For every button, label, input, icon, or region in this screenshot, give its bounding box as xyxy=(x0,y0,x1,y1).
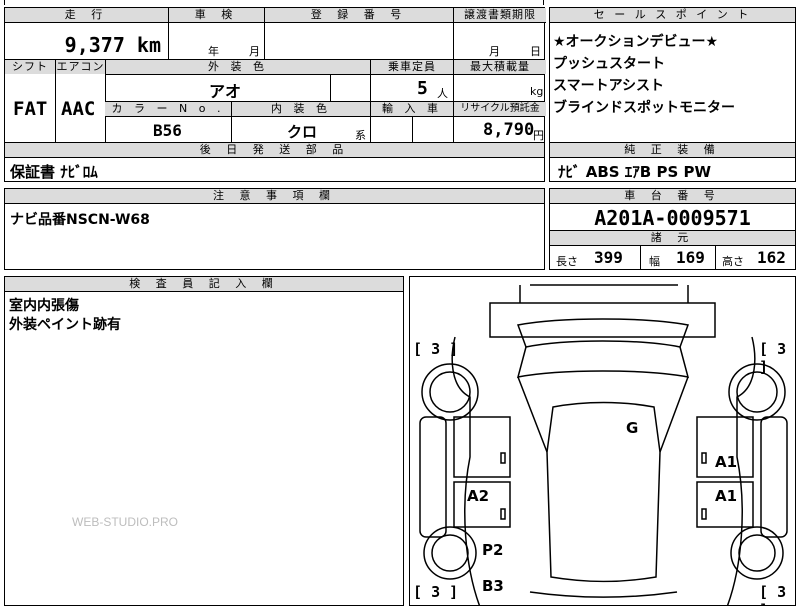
inspector-header: 検 査 員 記 入 欄 xyxy=(5,277,403,292)
capacity-value: 5 xyxy=(417,78,428,99)
tire-tread-value: 3 xyxy=(777,583,787,601)
length-label: 長さ xyxy=(556,255,578,268)
color-no-value: B56 xyxy=(153,121,182,140)
damage-mark-a2-left-rear: A2 xyxy=(467,487,490,505)
ac-value: AAC xyxy=(61,98,96,120)
sales-point-line: ブラインドスポットモニター xyxy=(553,100,735,116)
height-label: 高さ xyxy=(722,255,744,268)
tire-rear-right: [ 3 ] xyxy=(759,583,787,605)
capacity-unit: 人 xyxy=(437,87,448,100)
tire-rear-left: [ 3 ] xyxy=(413,583,459,601)
interior-color-value: クロ xyxy=(287,123,318,141)
damage-mark-b3: B3 xyxy=(482,577,504,595)
chassis-box: 車 台 番 号 A201A-0009571 諸 元 長さ 399 幅 169 高… xyxy=(549,188,796,270)
chassis-header: 車 台 番 号 xyxy=(550,189,795,204)
notes-box: 注 意 事 項 欄 ナビ品番NSCN-W68 xyxy=(4,188,545,270)
sales-point-header: セ ー ル ス ポ イ ン ト xyxy=(550,8,795,23)
inspection-month: 月 xyxy=(249,45,260,58)
damage-mark-p2: P2 xyxy=(482,541,504,559)
sales-point-line: プッシュスタート xyxy=(553,56,665,72)
notes-header: 注 意 事 項 欄 xyxy=(5,189,544,204)
tire-tread-value: 3 xyxy=(431,583,441,601)
car-outline-diagram xyxy=(419,284,788,605)
mileage-value: 9,377 km xyxy=(64,33,161,57)
sales-point-line: ★オークションデビュー★ xyxy=(553,34,719,50)
recycle-unit: 円 xyxy=(533,129,544,142)
interior-suffix: 系 xyxy=(355,129,366,142)
damage-mark-g: G xyxy=(626,419,639,437)
transfer-day: 日 xyxy=(530,45,541,58)
shipping-parts-header: 後 日 発 送 部 品 xyxy=(5,143,544,158)
equipment-value: ﾅﾋﾞ ABS ｴｱB PS PW xyxy=(558,163,712,181)
chassis-number: A201A-0009571 xyxy=(594,206,751,230)
notes-value: ナビ品番NSCN-W68 xyxy=(10,212,150,228)
color-no-header: カ ラ ー N o . xyxy=(105,102,231,116)
equipment-header: 純 正 装 備 xyxy=(550,143,795,158)
transfer-month: 月 xyxy=(489,45,500,58)
inspector-line: 外装ペイント跡有 xyxy=(9,317,121,333)
shift-value: FAT xyxy=(13,98,48,120)
shift-header: シフト xyxy=(5,60,55,74)
load-unit: kg xyxy=(530,85,544,98)
car-diagram-box: [ 3 ] [ 3 ] [ 3 ] [ 3 ] G A1 A2 A1 P2 B3 xyxy=(409,276,796,606)
inspector-line: 室内内張傷 xyxy=(9,298,79,314)
tire-front-left: [ 3 ] xyxy=(413,340,459,358)
damage-mark-a1-right-front: A1 xyxy=(715,453,738,471)
exterior-color-value: アオ xyxy=(209,82,242,101)
sales-point-box: セ ー ル ス ポ イ ン ト ★オークションデビュー★ プッシュスタート スマ… xyxy=(549,7,796,143)
spec-table: 走 行 車 検 登 録 番 号 譲渡書類期限 9,377 km 年 月 月 日 … xyxy=(4,7,546,143)
tire-front-right: [ 3 ] xyxy=(759,340,787,376)
tire-tread-value: 3 xyxy=(431,340,441,358)
interior-color-header: 内 装 色 xyxy=(231,102,370,116)
capacity-header: 乗車定員 xyxy=(370,60,453,74)
shipping-parts-value: 保証書 ﾅﾋﾞﾛﾑ xyxy=(10,163,98,181)
watermark: WEB-STUDIO.PRO xyxy=(72,515,179,529)
recycle-value: 8,790 xyxy=(483,120,535,140)
import-header: 輸 入 車 xyxy=(370,102,453,116)
equipment-box: 純 正 装 備 ﾅﾋﾞ ABS ｴｱB PS PW xyxy=(549,142,796,182)
width-value: 169 xyxy=(676,248,705,267)
length-value: 399 xyxy=(594,248,623,267)
tire-tread-value: 3 xyxy=(777,340,787,358)
spec-header: 諸 元 xyxy=(550,230,795,246)
height-value: 162 xyxy=(757,248,786,267)
mileage-header: 走 行 xyxy=(5,8,168,23)
transfer-deadline-header: 譲渡書類期限 xyxy=(453,8,546,23)
top-edge-strip xyxy=(4,0,544,5)
ac-header: エアコン xyxy=(55,60,105,74)
damage-mark-a1-right-rear: A1 xyxy=(715,487,738,505)
width-label: 幅 xyxy=(649,255,660,268)
inspection-year: 年 xyxy=(208,45,219,58)
exterior-color-header: 外 装 色 xyxy=(105,60,370,74)
max-load-header: 最大積載量 xyxy=(453,60,546,74)
recycle-header: リサイクル預託金 xyxy=(453,102,546,116)
sales-point-line: スマートアシスト xyxy=(553,78,665,94)
shipping-parts-box: 後 日 発 送 部 品 保証書 ﾅﾋﾞﾛﾑ xyxy=(4,142,545,182)
registration-header: 登 録 番 号 xyxy=(264,8,453,23)
inspection-header: 車 検 xyxy=(168,8,264,23)
inspector-box: 検 査 員 記 入 欄 室内内張傷 外装ペイント跡有 xyxy=(4,276,404,606)
